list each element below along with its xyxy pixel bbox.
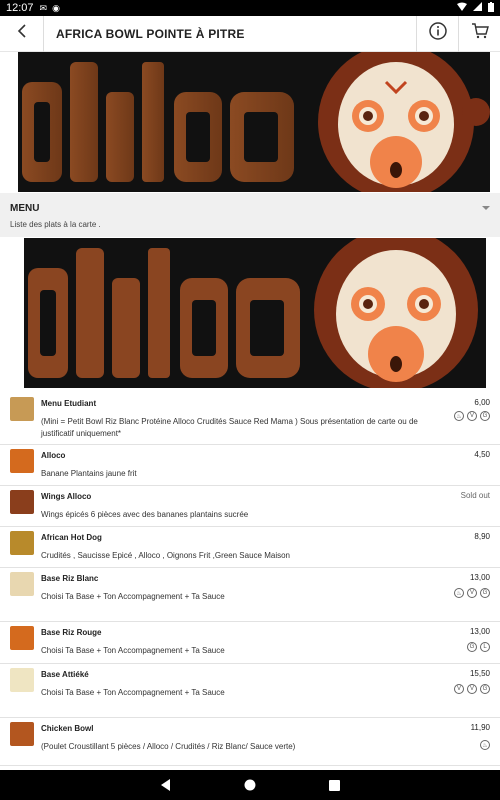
app-bar: AFRICA BOWL POINTE À PITRE xyxy=(0,15,500,52)
item-thumbnail xyxy=(10,531,34,555)
item-description: Wings épicés 6 pièces avec des bananes p… xyxy=(41,510,249,519)
cell-signal-icon xyxy=(473,2,482,14)
cart-button[interactable] xyxy=(458,15,500,52)
diet-icons: ♨ V G xyxy=(454,411,490,421)
item-name: Base Attiéké xyxy=(41,670,89,679)
menu-item[interactable]: Base Riz Rouge 13,00 Choisi Ta Base + To… xyxy=(0,622,500,664)
vegan-icon: V xyxy=(467,588,477,598)
menu-item[interactable]: Menu Etudiant 6,00 (Mini = Petit Bowl Ri… xyxy=(0,393,500,445)
menu-item[interactable]: African Hot Dog 8,90 Crudités , Saucisse… xyxy=(0,527,500,568)
menu-title: MENU xyxy=(10,203,40,214)
item-name: Chicken Bowl xyxy=(41,724,94,733)
spicy-icon: ♨ xyxy=(454,411,464,421)
item-price: 13,00 xyxy=(469,627,490,636)
item-thumbnail xyxy=(10,490,34,514)
item-thumbnail xyxy=(10,626,34,650)
item-price: 4,50 xyxy=(474,450,490,459)
menu-item[interactable]: Alloco 4,50 Banane Plantains jaune frit xyxy=(0,445,500,486)
item-name: African Hot Dog xyxy=(41,533,102,542)
nav-back-button[interactable] xyxy=(159,778,173,792)
item-description: Crudités , Saucisse Epicé , Alloco , Oig… xyxy=(41,551,291,560)
cart-icon xyxy=(471,23,489,44)
item-name: Wings Alloco xyxy=(41,492,92,501)
item-thumbnail xyxy=(10,449,34,473)
spicy-icon: ♨ xyxy=(454,588,464,598)
info-button[interactable] xyxy=(416,15,458,52)
item-description: Choisi Ta Base + Ton Accompagnement + Ta… xyxy=(41,646,225,655)
menu-item[interactable]: Wings Alloco Sold out Wings épicés 6 piè… xyxy=(0,486,500,527)
spicy-icon: ♨ xyxy=(480,740,490,750)
vegan-icon: V xyxy=(467,684,477,694)
item-name: Alloco xyxy=(41,451,66,460)
item-description: Choisi Ta Base + Ton Accompagnement + Ta… xyxy=(41,688,225,697)
item-name: Menu Etudiant xyxy=(41,399,97,408)
diet-icons: ♨ xyxy=(480,740,490,750)
gluten-free-icon: G xyxy=(467,642,477,652)
item-price: 6,00 xyxy=(474,398,490,407)
wifi-icon xyxy=(457,2,467,14)
item-name: Base Riz Rouge xyxy=(41,628,102,637)
item-description: (Mini = Petit Bowl Riz Blanc Protéine Al… xyxy=(41,417,418,438)
menu-item[interactable]: Base Attiéké 15,50 Choisi Ta Base + Ton … xyxy=(0,664,500,718)
system-nav-bar xyxy=(0,770,500,800)
item-thumbnail xyxy=(10,668,34,692)
info-icon xyxy=(428,22,447,45)
menu-item[interactable]: Base Riz Blanc 13,00 Choisi Ta Base + To… xyxy=(0,568,500,622)
lactose-free-icon: L xyxy=(480,642,490,652)
diet-icons: V V G xyxy=(454,684,490,694)
page-title: AFRICA BOWL POINTE À PITRE xyxy=(56,26,245,41)
gluten-free-icon: G xyxy=(480,588,490,598)
item-thumbnail xyxy=(10,572,34,596)
item-name: Base Riz Blanc xyxy=(41,574,99,583)
battery-icon xyxy=(488,1,494,15)
nav-home-button[interactable] xyxy=(243,778,257,792)
back-arrow-icon xyxy=(17,24,27,43)
item-price: 15,50 xyxy=(469,669,490,678)
menu-section-header[interactable]: MENU Liste des plats à la carte . xyxy=(0,193,500,237)
diet-icons: G L xyxy=(467,642,490,652)
gluten-free-icon: G xyxy=(480,684,490,694)
gluten-free-icon: G xyxy=(480,411,490,421)
hero-banner-image xyxy=(18,52,490,192)
item-price: 8,90 xyxy=(474,532,490,541)
status-time: 12:07 xyxy=(6,2,34,14)
location-icon: ◉ xyxy=(52,2,60,13)
gmail-notification-icon: ✉ xyxy=(39,2,48,13)
menu-subtitle: Liste des plats à la carte . xyxy=(10,220,101,229)
diet-icons: ♨ V G xyxy=(454,588,490,598)
vegetarian-icon: V xyxy=(454,684,464,694)
item-thumbnail xyxy=(10,722,34,746)
item-price: 13,00 xyxy=(469,573,490,582)
status-bar: 12:07 ✉ ◉ xyxy=(0,0,500,16)
item-description: Choisi Ta Base + Ton Accompagnement + Ta… xyxy=(41,592,225,601)
item-description: Banane Plantains jaune frit xyxy=(41,469,137,478)
menu-item[interactable]: Chicken Bowl 11,90 (Poulet Croustillant … xyxy=(0,718,500,766)
item-price: 11,90 xyxy=(470,723,490,732)
item-sold-out-label: Sold out xyxy=(460,491,490,500)
nav-recents-button[interactable] xyxy=(327,778,341,792)
vegan-icon: V xyxy=(467,411,477,421)
item-description: (Poulet Croustillant 5 pièces / Alloco /… xyxy=(41,742,296,751)
back-button[interactable] xyxy=(0,15,44,52)
menu-item-list: Menu Etudiant 6,00 (Mini = Petit Bowl Ri… xyxy=(0,393,500,766)
item-thumbnail xyxy=(10,397,34,421)
collapse-caret-icon[interactable] xyxy=(482,206,490,210)
menu-banner-image xyxy=(24,238,486,388)
